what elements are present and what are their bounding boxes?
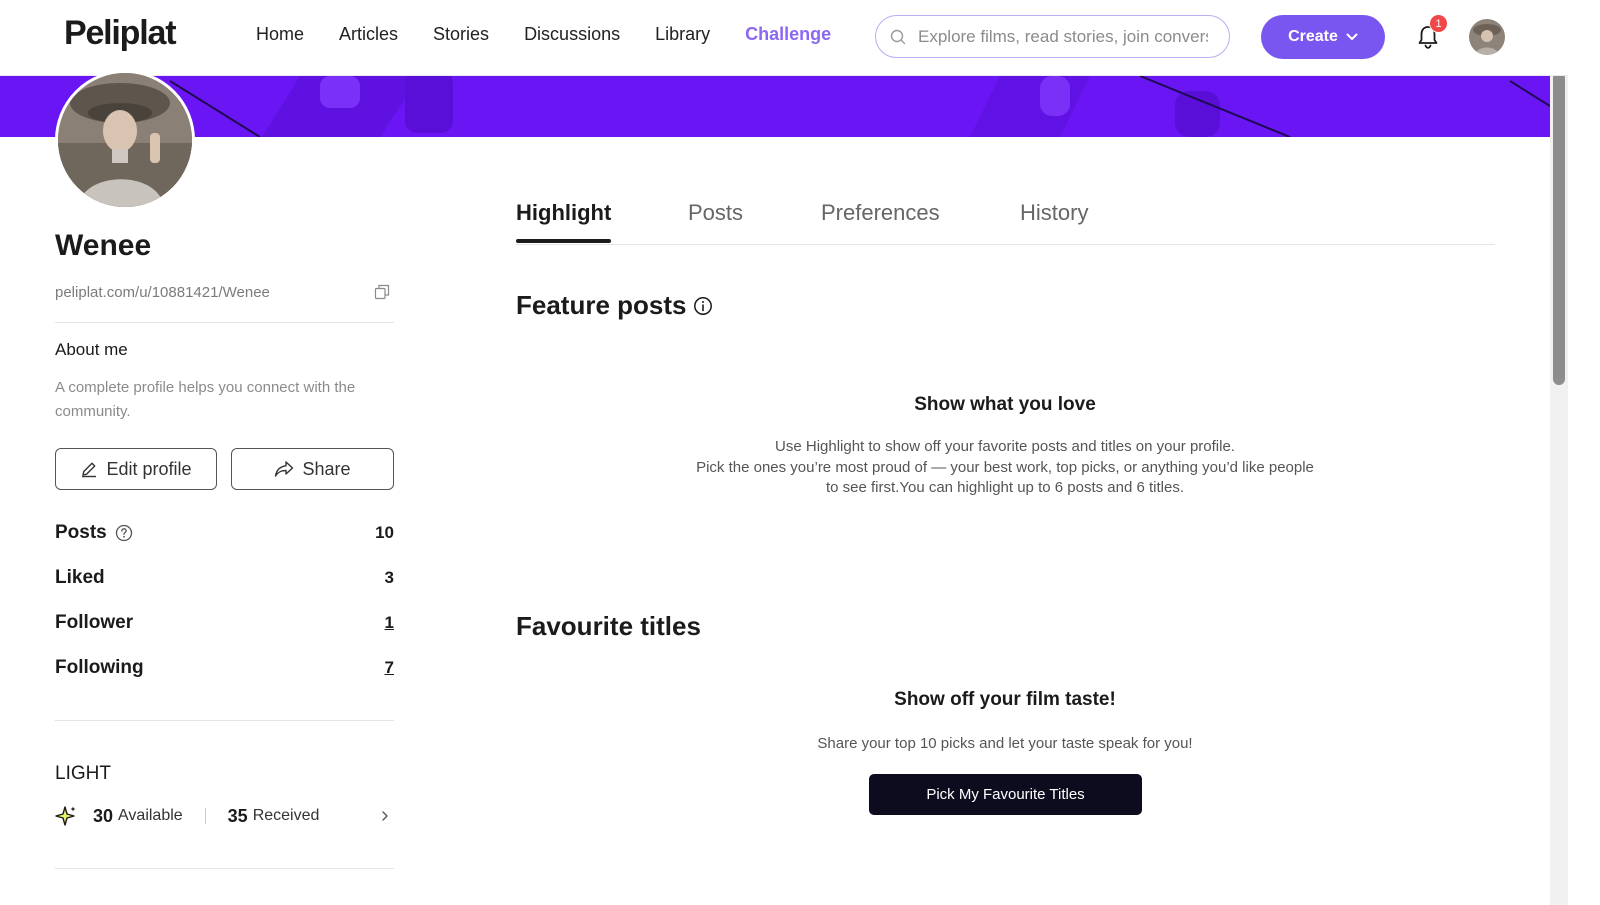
user-avatar[interactable] [1469, 19, 1505, 55]
feature-posts-title: Feature posts [516, 290, 687, 320]
feature-posts-empty: Show what you love Use Highlight to show… [640, 394, 1370, 499]
stat-liked-value: 3 [384, 568, 394, 587]
pick-favourite-titles-button[interactable]: Pick My Favourite Titles [869, 774, 1142, 815]
search-input[interactable] [918, 26, 1208, 47]
top-header: Peliplat Home Articles Stories Discussio… [0, 0, 1568, 76]
stat-follower: Follower 1 [55, 612, 394, 634]
create-label: Create [1288, 28, 1338, 45]
light-received-value: 35 [227, 805, 248, 826]
nav-home[interactable]: Home [256, 24, 304, 45]
copy-icon[interactable] [374, 284, 390, 300]
tab-posts[interactable]: Posts [688, 200, 743, 226]
help-icon[interactable] [115, 524, 133, 542]
search-icon [890, 29, 906, 44]
favourite-titles-title: Favourite titles [516, 611, 701, 641]
main-nav: Home Articles Stories Discussions Librar… [256, 24, 866, 45]
search-bar[interactable] [875, 15, 1230, 58]
favourites-empty-title: Show off your film taste! [894, 689, 1116, 710]
about-me-title: About me [55, 340, 128, 359]
stat-follower-value[interactable]: 1 [385, 613, 394, 633]
active-tab-indicator [516, 239, 611, 243]
chevron-down-icon [1346, 33, 1358, 40]
light-separator [204, 808, 206, 824]
feature-empty-desc-1: Use Highlight to show off your favorite … [775, 438, 1235, 455]
share-icon [275, 461, 294, 477]
nav-discussions[interactable]: Discussions [524, 24, 620, 45]
stat-posts-label: Posts [55, 522, 107, 543]
feature-empty-desc-2: Pick the ones you’re most proud of — you… [696, 458, 1314, 476]
tab-highlight[interactable]: Highlight [516, 200, 611, 226]
pencil-icon [82, 462, 97, 478]
stat-follower-label: Follower [55, 612, 134, 633]
stat-liked-label: Liked [55, 567, 105, 588]
feature-empty-title: Show what you love [914, 394, 1096, 415]
profile-tabs: Highlight Posts Preferences History [516, 200, 1495, 245]
profile-divider [55, 322, 394, 323]
nav-stories[interactable]: Stories [433, 24, 489, 45]
light-available-value: 30 [93, 805, 114, 826]
stat-following-value[interactable]: 7 [385, 658, 394, 678]
edit-profile-label: Edit profile [106, 458, 192, 479]
share-label: Share [302, 458, 351, 479]
light-received-label: Received [252, 807, 320, 824]
tab-history[interactable]: History [1020, 200, 1088, 226]
profile-avatar[interactable] [55, 70, 195, 210]
stat-liked: Liked 3 [55, 567, 394, 589]
about-me-text: A complete profile helps you connect wit… [55, 379, 356, 420]
feature-posts-title-wrap: Feature posts [516, 290, 713, 321]
sparkle-icon [55, 806, 76, 826]
info-icon[interactable] [693, 296, 713, 316]
scrollbar-thumb[interactable] [1553, 72, 1565, 385]
share-button[interactable]: Share [231, 448, 394, 490]
profile-banner [0, 76, 1550, 137]
favourites-empty-desc: Share your top 10 picks and let your tas… [817, 735, 1193, 752]
feature-empty-desc-3: to see first.You can highlight up to 6 p… [825, 479, 1184, 496]
notification-badge: 1 [1429, 14, 1448, 33]
nav-library[interactable]: Library [655, 24, 710, 45]
profile-username: Wenee [55, 229, 152, 262]
stat-following-label: Following [55, 657, 144, 678]
stat-posts: Posts 10 [55, 522, 394, 544]
profile-url: peliplat.com/u/10881421/Wenee [55, 284, 270, 301]
light-summary[interactable]: 30 Available 35 Received [55, 804, 394, 828]
stat-following: Following 7 [55, 657, 394, 679]
stat-posts-label-wrap: Posts [55, 522, 133, 544]
light-divider [55, 868, 394, 869]
chevron-right-icon[interactable] [380, 810, 390, 822]
favourite-titles-empty: Show off your film taste! Share your top… [640, 689, 1370, 755]
light-title: LIGHT [55, 763, 111, 784]
tab-preferences[interactable]: Preferences [821, 200, 940, 226]
nav-challenge[interactable]: Challenge [745, 24, 831, 45]
peliplat-logo[interactable]: Peliplat [64, 14, 177, 53]
stat-posts-value: 10 [375, 523, 394, 542]
create-button[interactable]: Create [1261, 15, 1385, 59]
stats-divider [55, 720, 394, 721]
edit-profile-button[interactable]: Edit profile [55, 448, 217, 490]
nav-articles[interactable]: Articles [339, 24, 398, 45]
light-available-label: Available [118, 807, 183, 824]
